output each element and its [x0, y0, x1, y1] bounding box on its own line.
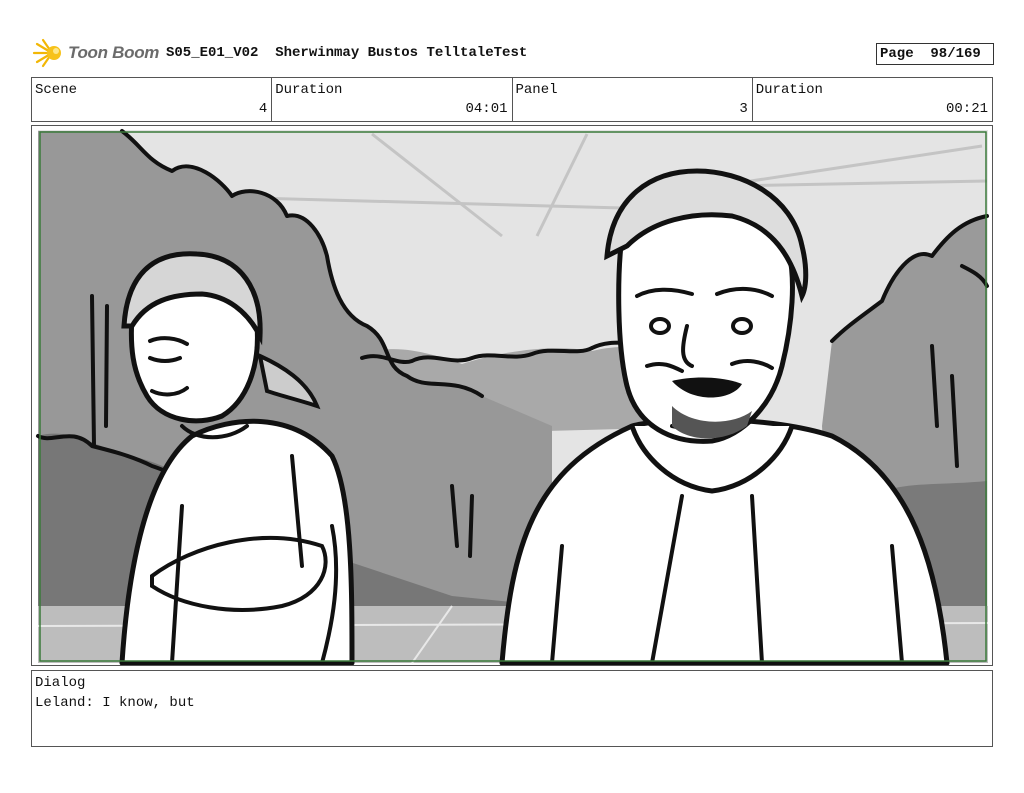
project-title: S05_E01_V02 Sherwinmay Bustos TelltaleTe…: [166, 45, 528, 61]
duration-value: 04:01: [465, 101, 508, 117]
panel-cell: Panel 3: [513, 78, 753, 121]
duration-label: Duration: [275, 82, 343, 98]
dialog-label: Dialog: [35, 675, 86, 691]
logo-text: Toon Boom: [68, 43, 160, 62]
scene-value: 4: [258, 101, 268, 117]
panel-value: 3: [739, 101, 748, 117]
duration-cell: Duration 04:01: [272, 78, 513, 121]
panel-duration-cell: Duration 00:21: [753, 78, 992, 121]
panel-info-row: Scene 4 Duration 04:01 Panel 3 Duration …: [31, 77, 993, 122]
page-number: Page 98/169: [876, 43, 994, 65]
storyboard-panel: [31, 125, 993, 666]
storyboard-header: Toon Boom S05_E01_V02 Sherwinmay Bustos …: [32, 38, 994, 70]
panel-label: Panel: [515, 82, 558, 98]
panel-duration-value: 00:21: [945, 101, 988, 117]
toon-boom-logo: Toon Boom: [32, 38, 159, 68]
scene-label: Scene: [35, 82, 78, 98]
scene-cell: Scene 4: [32, 78, 273, 121]
dialog-text: Leland: I know, but: [35, 695, 195, 711]
panel-sketch: [36, 129, 989, 665]
starburst-icon: [32, 38, 61, 68]
panel-duration-label: Duration: [755, 82, 823, 98]
dialog-box: Dialog Leland: I know, but: [31, 670, 993, 747]
